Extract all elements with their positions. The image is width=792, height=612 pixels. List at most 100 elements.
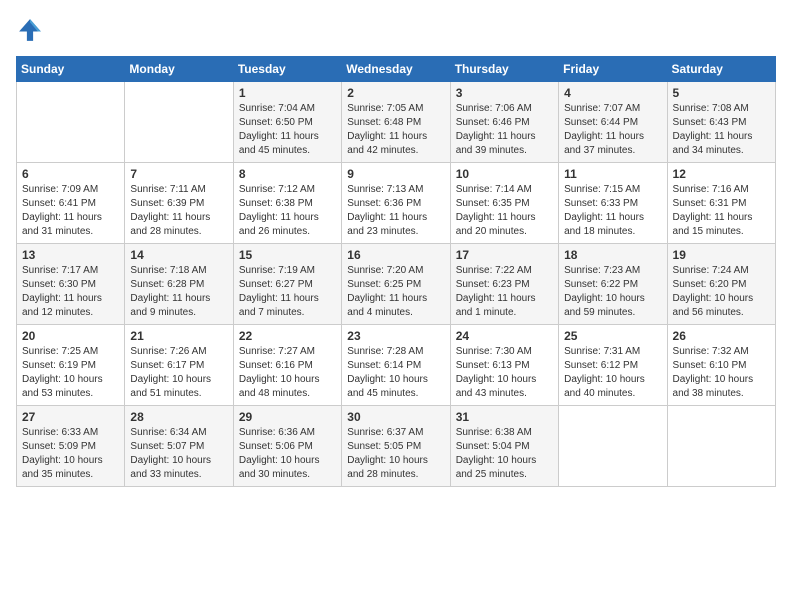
day-info: Sunrise: 7:26 AM Sunset: 6:17 PM Dayligh… — [130, 345, 227, 401]
calendar-cell: 31 Sunrise: 6:38 AM Sunset: 5:04 PM Dayli… — [450, 406, 558, 487]
calendar-cell: 17 Sunrise: 7:22 AM Sunset: 6:23 PM Dayli… — [450, 244, 558, 325]
calendar-cell: 18 Sunrise: 7:23 AM Sunset: 6:22 PM Dayli… — [559, 244, 667, 325]
weekday-header: Monday — [125, 57, 233, 82]
calendar-cell: 6 Sunrise: 7:09 AM Sunset: 6:41 PM Daylig… — [17, 163, 125, 244]
day-number: 11 — [564, 167, 661, 181]
day-info: Sunrise: 7:24 AM Sunset: 6:20 PM Dayligh… — [673, 264, 770, 320]
calendar-week-row: 27Sunrise: 6:33 AM Sunset: 5:09 PM Dayli… — [17, 406, 776, 487]
day-info: Sunrise: 7:17 AM Sunset: 6:30 PM Dayligh… — [22, 264, 119, 320]
calendar-cell: 10 Sunrise: 7:14 AM Sunset: 6:35 PM Dayli… — [450, 163, 558, 244]
header-row: SundayMondayTuesdayWednesdayThursdayFrid… — [17, 57, 776, 82]
calendar-cell — [559, 406, 667, 487]
calendar-cell: 27Sunrise: 6:33 AM Sunset: 5:09 PM Dayli… — [17, 406, 125, 487]
calendar-cell: 30 Sunrise: 6:37 AM Sunset: 5:05 PM Dayli… — [342, 406, 450, 487]
day-number: 8 — [239, 167, 336, 181]
day-number: 16 — [347, 248, 444, 262]
day-number: 5 — [673, 86, 770, 100]
calendar-cell: 20 Sunrise: 7:25 AM Sunset: 6:19 PM Dayli… — [17, 325, 125, 406]
day-info: Sunrise: 7:09 AM Sunset: 6:41 PM Dayligh… — [22, 183, 119, 239]
day-info: Sunrise: 7:04 AM Sunset: 6:50 PM Dayligh… — [239, 102, 336, 158]
day-info: Sunrise: 6:37 AM Sunset: 5:05 PM Dayligh… — [347, 426, 444, 482]
day-info: Sunrise: 7:05 AM Sunset: 6:48 PM Dayligh… — [347, 102, 444, 158]
calendar-week-row: 1 Sunrise: 7:04 AM Sunset: 6:50 PM Daylig… — [17, 82, 776, 163]
day-number: 30 — [347, 410, 444, 424]
day-number: 9 — [347, 167, 444, 181]
page-header — [16, 16, 776, 44]
calendar-cell: 16 Sunrise: 7:20 AM Sunset: 6:25 PM Dayli… — [342, 244, 450, 325]
day-info: Sunrise: 6:38 AM Sunset: 5:04 PM Dayligh… — [456, 426, 553, 482]
calendar-cell: 1 Sunrise: 7:04 AM Sunset: 6:50 PM Daylig… — [233, 82, 341, 163]
day-number: 2 — [347, 86, 444, 100]
day-number: 1 — [239, 86, 336, 100]
day-number: 24 — [456, 329, 553, 343]
day-info: Sunrise: 7:28 AM Sunset: 6:14 PM Dayligh… — [347, 345, 444, 401]
calendar-week-row: 6 Sunrise: 7:09 AM Sunset: 6:41 PM Daylig… — [17, 163, 776, 244]
day-number: 25 — [564, 329, 661, 343]
calendar-cell: 4Sunrise: 7:07 AM Sunset: 6:44 PM Daylig… — [559, 82, 667, 163]
day-info: Sunrise: 7:27 AM Sunset: 6:16 PM Dayligh… — [239, 345, 336, 401]
day-number: 28 — [130, 410, 227, 424]
calendar-cell: 5 Sunrise: 7:08 AM Sunset: 6:43 PM Daylig… — [667, 82, 775, 163]
day-number: 14 — [130, 248, 227, 262]
weekday-header: Thursday — [450, 57, 558, 82]
day-number: 4 — [564, 86, 661, 100]
day-number: 20 — [22, 329, 119, 343]
day-info: Sunrise: 7:19 AM Sunset: 6:27 PM Dayligh… — [239, 264, 336, 320]
calendar-cell: 14Sunrise: 7:18 AM Sunset: 6:28 PM Dayli… — [125, 244, 233, 325]
logo — [16, 16, 48, 44]
calendar-cell: 2 Sunrise: 7:05 AM Sunset: 6:48 PM Daylig… — [342, 82, 450, 163]
day-info: Sunrise: 7:25 AM Sunset: 6:19 PM Dayligh… — [22, 345, 119, 401]
calendar-cell: 29 Sunrise: 6:36 AM Sunset: 5:06 PM Dayli… — [233, 406, 341, 487]
calendar-cell — [125, 82, 233, 163]
calendar-cell: 19Sunrise: 7:24 AM Sunset: 6:20 PM Dayli… — [667, 244, 775, 325]
day-number: 6 — [22, 167, 119, 181]
calendar-cell: 3 Sunrise: 7:06 AM Sunset: 6:46 PM Daylig… — [450, 82, 558, 163]
calendar-cell: 24 Sunrise: 7:30 AM Sunset: 6:13 PM Dayli… — [450, 325, 558, 406]
calendar-cell: 23 Sunrise: 7:28 AM Sunset: 6:14 PM Dayli… — [342, 325, 450, 406]
calendar-cell: 15 Sunrise: 7:19 AM Sunset: 6:27 PM Dayli… — [233, 244, 341, 325]
day-number: 23 — [347, 329, 444, 343]
calendar-week-row: 20 Sunrise: 7:25 AM Sunset: 6:19 PM Dayli… — [17, 325, 776, 406]
day-info: Sunrise: 7:30 AM Sunset: 6:13 PM Dayligh… — [456, 345, 553, 401]
calendar-body: 1 Sunrise: 7:04 AM Sunset: 6:50 PM Daylig… — [17, 82, 776, 487]
calendar-cell: 28 Sunrise: 6:34 AM Sunset: 5:07 PM Dayli… — [125, 406, 233, 487]
day-info: Sunrise: 7:15 AM Sunset: 6:33 PM Dayligh… — [564, 183, 661, 239]
calendar-cell: 9 Sunrise: 7:13 AM Sunset: 6:36 PM Daylig… — [342, 163, 450, 244]
calendar-cell — [17, 82, 125, 163]
calendar-header: SundayMondayTuesdayWednesdayThursdayFrid… — [17, 57, 776, 82]
day-number: 3 — [456, 86, 553, 100]
day-info: Sunrise: 7:14 AM Sunset: 6:35 PM Dayligh… — [456, 183, 553, 239]
day-number: 15 — [239, 248, 336, 262]
day-number: 17 — [456, 248, 553, 262]
day-info: Sunrise: 7:20 AM Sunset: 6:25 PM Dayligh… — [347, 264, 444, 320]
day-info: Sunrise: 6:36 AM Sunset: 5:06 PM Dayligh… — [239, 426, 336, 482]
day-number: 7 — [130, 167, 227, 181]
day-info: Sunrise: 7:11 AM Sunset: 6:39 PM Dayligh… — [130, 183, 227, 239]
calendar-cell: 12 Sunrise: 7:16 AM Sunset: 6:31 PM Dayli… — [667, 163, 775, 244]
calendar-cell: 11 Sunrise: 7:15 AM Sunset: 6:33 PM Dayli… — [559, 163, 667, 244]
day-number: 10 — [456, 167, 553, 181]
weekday-header: Wednesday — [342, 57, 450, 82]
calendar-cell: 22Sunrise: 7:27 AM Sunset: 6:16 PM Dayli… — [233, 325, 341, 406]
day-info: Sunrise: 7:23 AM Sunset: 6:22 PM Dayligh… — [564, 264, 661, 320]
day-info: Sunrise: 7:06 AM Sunset: 6:46 PM Dayligh… — [456, 102, 553, 158]
calendar-cell: 26Sunrise: 7:32 AM Sunset: 6:10 PM Dayli… — [667, 325, 775, 406]
day-info: Sunrise: 6:34 AM Sunset: 5:07 PM Dayligh… — [130, 426, 227, 482]
day-number: 26 — [673, 329, 770, 343]
day-number: 12 — [673, 167, 770, 181]
weekday-header: Friday — [559, 57, 667, 82]
day-number: 18 — [564, 248, 661, 262]
day-info: Sunrise: 7:22 AM Sunset: 6:23 PM Dayligh… — [456, 264, 553, 320]
calendar-cell: 21 Sunrise: 7:26 AM Sunset: 6:17 PM Dayli… — [125, 325, 233, 406]
day-info: Sunrise: 6:33 AM Sunset: 5:09 PM Dayligh… — [22, 426, 119, 482]
day-info: Sunrise: 7:16 AM Sunset: 6:31 PM Dayligh… — [673, 183, 770, 239]
calendar-table: SundayMondayTuesdayWednesdayThursdayFrid… — [16, 56, 776, 487]
weekday-header: Tuesday — [233, 57, 341, 82]
day-number: 31 — [456, 410, 553, 424]
calendar-cell — [667, 406, 775, 487]
day-number: 21 — [130, 329, 227, 343]
day-info: Sunrise: 7:13 AM Sunset: 6:36 PM Dayligh… — [347, 183, 444, 239]
day-info: Sunrise: 7:08 AM Sunset: 6:43 PM Dayligh… — [673, 102, 770, 158]
logo-icon — [16, 16, 44, 44]
day-number: 29 — [239, 410, 336, 424]
